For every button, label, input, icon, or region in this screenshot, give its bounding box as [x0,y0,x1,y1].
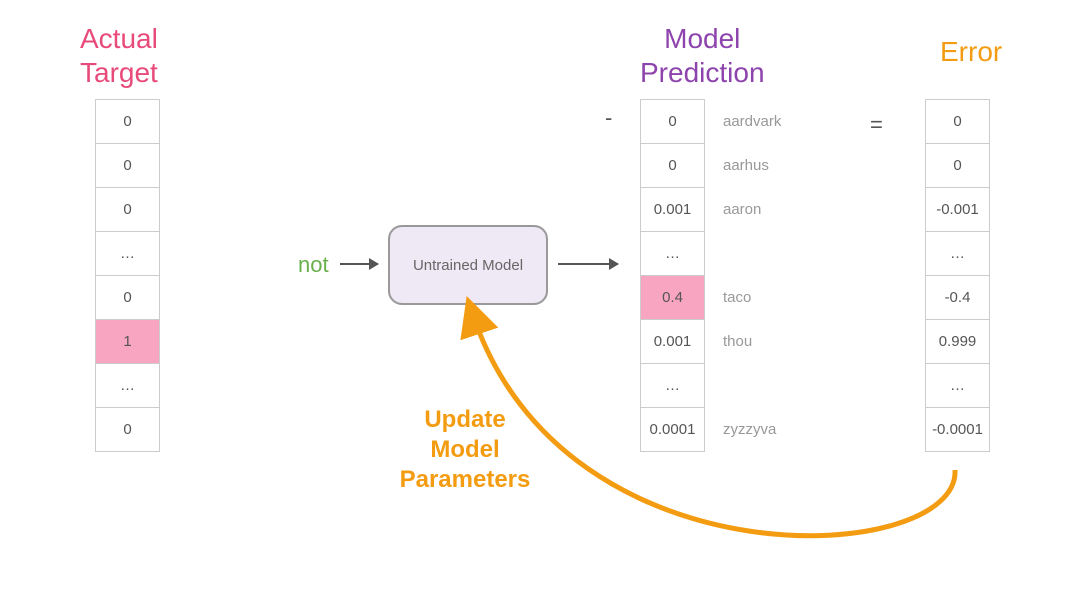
vocab-word-labels: aardvarkaarhusaaron tacothou zyzzyva [715,100,781,452]
vector-cell: 0 [925,99,990,144]
input-token-label: not [298,252,329,278]
equals-operator: = [870,112,883,138]
vocab-word [715,363,781,408]
minus-operator: - [605,105,612,131]
vector-cell: … [95,231,160,276]
vocab-word: aardvark [715,99,781,144]
update-parameters-label: UpdateModelParameters [390,405,540,495]
vector-cell: … [95,363,160,408]
arrow-input-to-model [340,263,378,265]
vocab-word: aarhus [715,143,781,188]
vector-cell: … [925,231,990,276]
vector-cell: 0.001 [640,319,705,364]
vocab-word: thou [715,319,781,364]
actual-target-header: ActualTarget [80,22,158,89]
vector-cell: … [640,231,705,276]
model-box: Untrained Model [388,225,548,305]
vector-cell: 1 [95,319,160,364]
vector-cell: … [640,363,705,408]
vector-cell: 0 [640,99,705,144]
error-vector: 00-0.001…-0.40.999…-0.0001 [925,100,990,452]
arrow-model-to-prediction [558,263,618,265]
vector-cell: … [925,363,990,408]
vector-cell: -0.0001 [925,407,990,452]
vector-cell: 0.001 [640,187,705,232]
model-prediction-vector: 000.001…0.40.001…0.0001 [640,100,705,452]
vector-cell: 0.999 [925,319,990,364]
vocab-word [715,231,781,276]
vector-cell: 0 [95,275,160,320]
vector-cell: -0.4 [925,275,990,320]
error-header: Error [940,35,1002,69]
vocab-word: aaron [715,187,781,232]
model-prediction-header: ModelPrediction [640,22,765,89]
vector-cell: 0 [925,143,990,188]
vector-cell: 0 [95,143,160,188]
vector-cell: 0 [95,99,160,144]
vector-cell: 0.0001 [640,407,705,452]
vector-cell: -0.001 [925,187,990,232]
actual-target-vector: 000…01…0 [95,100,160,452]
vector-cell: 0 [95,187,160,232]
vocab-word: zyzzyva [715,407,781,452]
vector-cell: 0.4 [640,275,705,320]
vector-cell: 0 [95,407,160,452]
vocab-word: taco [715,275,781,320]
vector-cell: 0 [640,143,705,188]
